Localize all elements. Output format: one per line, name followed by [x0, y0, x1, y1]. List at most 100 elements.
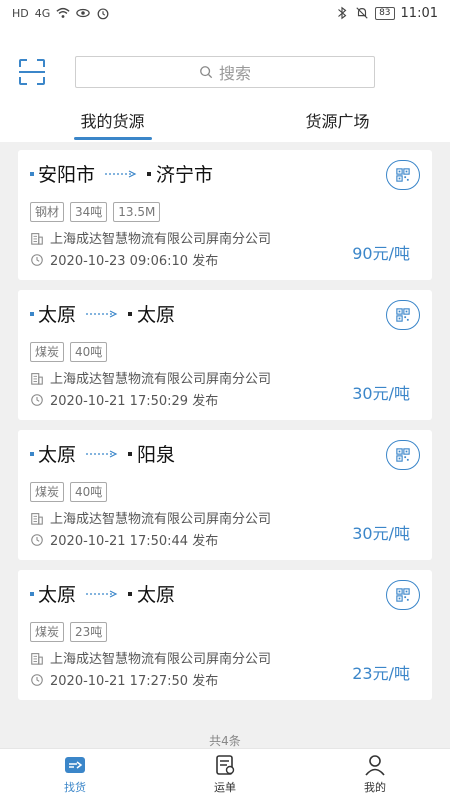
price: 90元/吨 — [352, 244, 410, 263]
route: 太原 太原 — [30, 580, 175, 607]
cargo-card[interactable]: 太原 太原 煤炭 40吨 上海成达智慧物流有限公司屏南分公司 2020-10-2… — [18, 290, 432, 420]
qr-code-icon — [396, 448, 410, 462]
destination-city: 济宁市 — [156, 164, 214, 186]
qr-code-icon — [396, 168, 410, 182]
qr-code-button[interactable] — [386, 300, 420, 330]
destination-marker — [128, 591, 133, 596]
building-icon — [31, 652, 43, 665]
signal-4g-icon: 4G — [34, 6, 51, 20]
qr-code-button[interactable] — [386, 160, 420, 190]
qr-code-button[interactable] — [386, 580, 420, 610]
origin-marker — [30, 591, 34, 596]
tab-my-cargo[interactable]: 我的货源 — [0, 102, 225, 142]
cargo-list: 安阳市 济宁市 钢材 34吨 13.5M 上海成达智慧物流有限公司屏南分公司 2… — [0, 142, 450, 738]
clock-icon — [31, 253, 43, 266]
price: 30元/吨 — [352, 384, 410, 403]
search-icon — [200, 66, 213, 79]
company-name: 上海成达智慧物流有限公司屏南分公司 — [50, 372, 272, 387]
eye-icon — [76, 8, 91, 18]
origin-marker — [30, 171, 34, 176]
bottom-nav: 找货 运单 我的 — [0, 748, 450, 800]
destination-city: 阳泉 — [137, 444, 176, 466]
qr-code-icon — [396, 588, 410, 602]
clock-icon — [31, 533, 43, 546]
route-arrow-icon — [86, 309, 118, 318]
cargo-tags: 煤炭 23吨 — [30, 622, 108, 642]
header: 搜索 我的货源 货源广场 — [0, 26, 450, 142]
person-icon — [365, 755, 385, 776]
cargo-card[interactable]: 安阳市 济宁市 钢材 34吨 13.5M 上海成达智慧物流有限公司屏南分公司 2… — [18, 150, 432, 280]
status-right: 83 11:01 — [335, 6, 438, 21]
search-placeholder: 搜索 — [218, 64, 251, 83]
route-arrow-icon — [105, 169, 137, 178]
truck-icon — [65, 757, 85, 773]
cargo-card[interactable]: 太原 阳泉 煤炭 40吨 上海成达智慧物流有限公司屏南分公司 2020-10-2… — [18, 430, 432, 560]
cargo-tags: 煤炭 40吨 — [30, 482, 108, 502]
wifi-icon — [56, 7, 70, 18]
origin-city: 安阳市 — [38, 164, 96, 186]
waybill-icon — [216, 755, 235, 775]
building-icon — [31, 232, 43, 245]
publish-time-row: 2020-10-21 17:50:29 发布 — [30, 390, 218, 409]
nav-waybill[interactable]: 运单 — [150, 749, 300, 800]
company-row: 上海成达智慧物流有限公司屏南分公司 — [30, 508, 271, 527]
clock-icon — [31, 393, 43, 406]
publish-time-row: 2020-10-21 17:50:44 发布 — [30, 530, 218, 549]
publish-time-row: 2020-10-23 09:06:10 发布 — [30, 250, 218, 269]
building-icon — [31, 372, 43, 385]
building-icon — [31, 512, 43, 525]
tab-cargo-square[interactable]: 货源广场 — [225, 102, 450, 142]
publish-time: 2020-10-21 17:27:50 发布 — [50, 674, 219, 689]
total-count: 共4条 — [209, 734, 241, 748]
clock-icon — [31, 673, 43, 686]
scan-icon[interactable] — [18, 58, 46, 86]
tag-length: 13.5M — [113, 202, 161, 222]
cargo-tags: 钢材 34吨 13.5M — [30, 202, 161, 222]
company-row: 上海成达智慧物流有限公司屏南分公司 — [30, 228, 271, 247]
nav-label: 运单 — [214, 781, 236, 794]
origin-city: 太原 — [38, 444, 77, 466]
cargo-tags: 煤炭 40吨 — [30, 342, 108, 362]
destination-marker — [128, 311, 133, 316]
origin-city: 太原 — [38, 584, 77, 606]
publish-time: 2020-10-21 17:50:29 发布 — [50, 394, 219, 409]
mute-icon — [356, 7, 368, 19]
qr-code-icon — [396, 308, 410, 322]
nav-label: 我的 — [364, 781, 386, 794]
destination-marker — [147, 171, 152, 176]
nav-find-cargo[interactable]: 找货 — [0, 749, 150, 800]
route: 太原 阳泉 — [30, 440, 175, 467]
company-name: 上海成达智慧物流有限公司屏南分公司 — [50, 652, 272, 667]
origin-city: 太原 — [38, 304, 77, 326]
nav-mine[interactable]: 我的 — [300, 749, 450, 800]
origin-marker — [30, 311, 34, 316]
search-input[interactable]: 搜索 — [75, 56, 375, 88]
publish-time-row: 2020-10-21 17:27:50 发布 — [30, 670, 218, 689]
tag-cargo-type: 煤炭 — [30, 622, 65, 642]
status-bar: HD 4G 83 11:01 — [0, 0, 450, 26]
publish-time: 2020-10-21 17:50:44 发布 — [50, 534, 219, 549]
company-row: 上海成达智慧物流有限公司屏南分公司 — [30, 368, 271, 387]
status-left: HD 4G — [12, 6, 110, 20]
tag-cargo-type: 煤炭 — [30, 482, 65, 502]
tag-weight: 34吨 — [70, 202, 108, 222]
tag-weight: 40吨 — [70, 482, 108, 502]
price: 23元/吨 — [352, 664, 410, 683]
bluetooth-icon — [338, 6, 347, 20]
qr-code-button[interactable] — [386, 440, 420, 470]
clock-time: 11:01 — [400, 5, 438, 21]
destination-city: 太原 — [137, 584, 176, 606]
company-row: 上海成达智慧物流有限公司屏南分公司 — [30, 648, 271, 667]
tag-cargo-type: 煤炭 — [30, 342, 65, 362]
route-arrow-icon — [86, 589, 118, 598]
origin-marker — [30, 451, 34, 456]
price: 30元/吨 — [352, 524, 410, 543]
cargo-card[interactable]: 太原 太原 煤炭 23吨 上海成达智慧物流有限公司屏南分公司 2020-10-2… — [18, 570, 432, 700]
hd-icon: HD — [12, 6, 29, 20]
route: 太原 太原 — [30, 300, 175, 327]
tag-cargo-type: 钢材 — [30, 202, 65, 222]
destination-city: 太原 — [137, 304, 176, 326]
route-arrow-icon — [86, 449, 118, 458]
nav-label: 找货 — [64, 781, 86, 794]
alarm-icon — [97, 8, 109, 20]
